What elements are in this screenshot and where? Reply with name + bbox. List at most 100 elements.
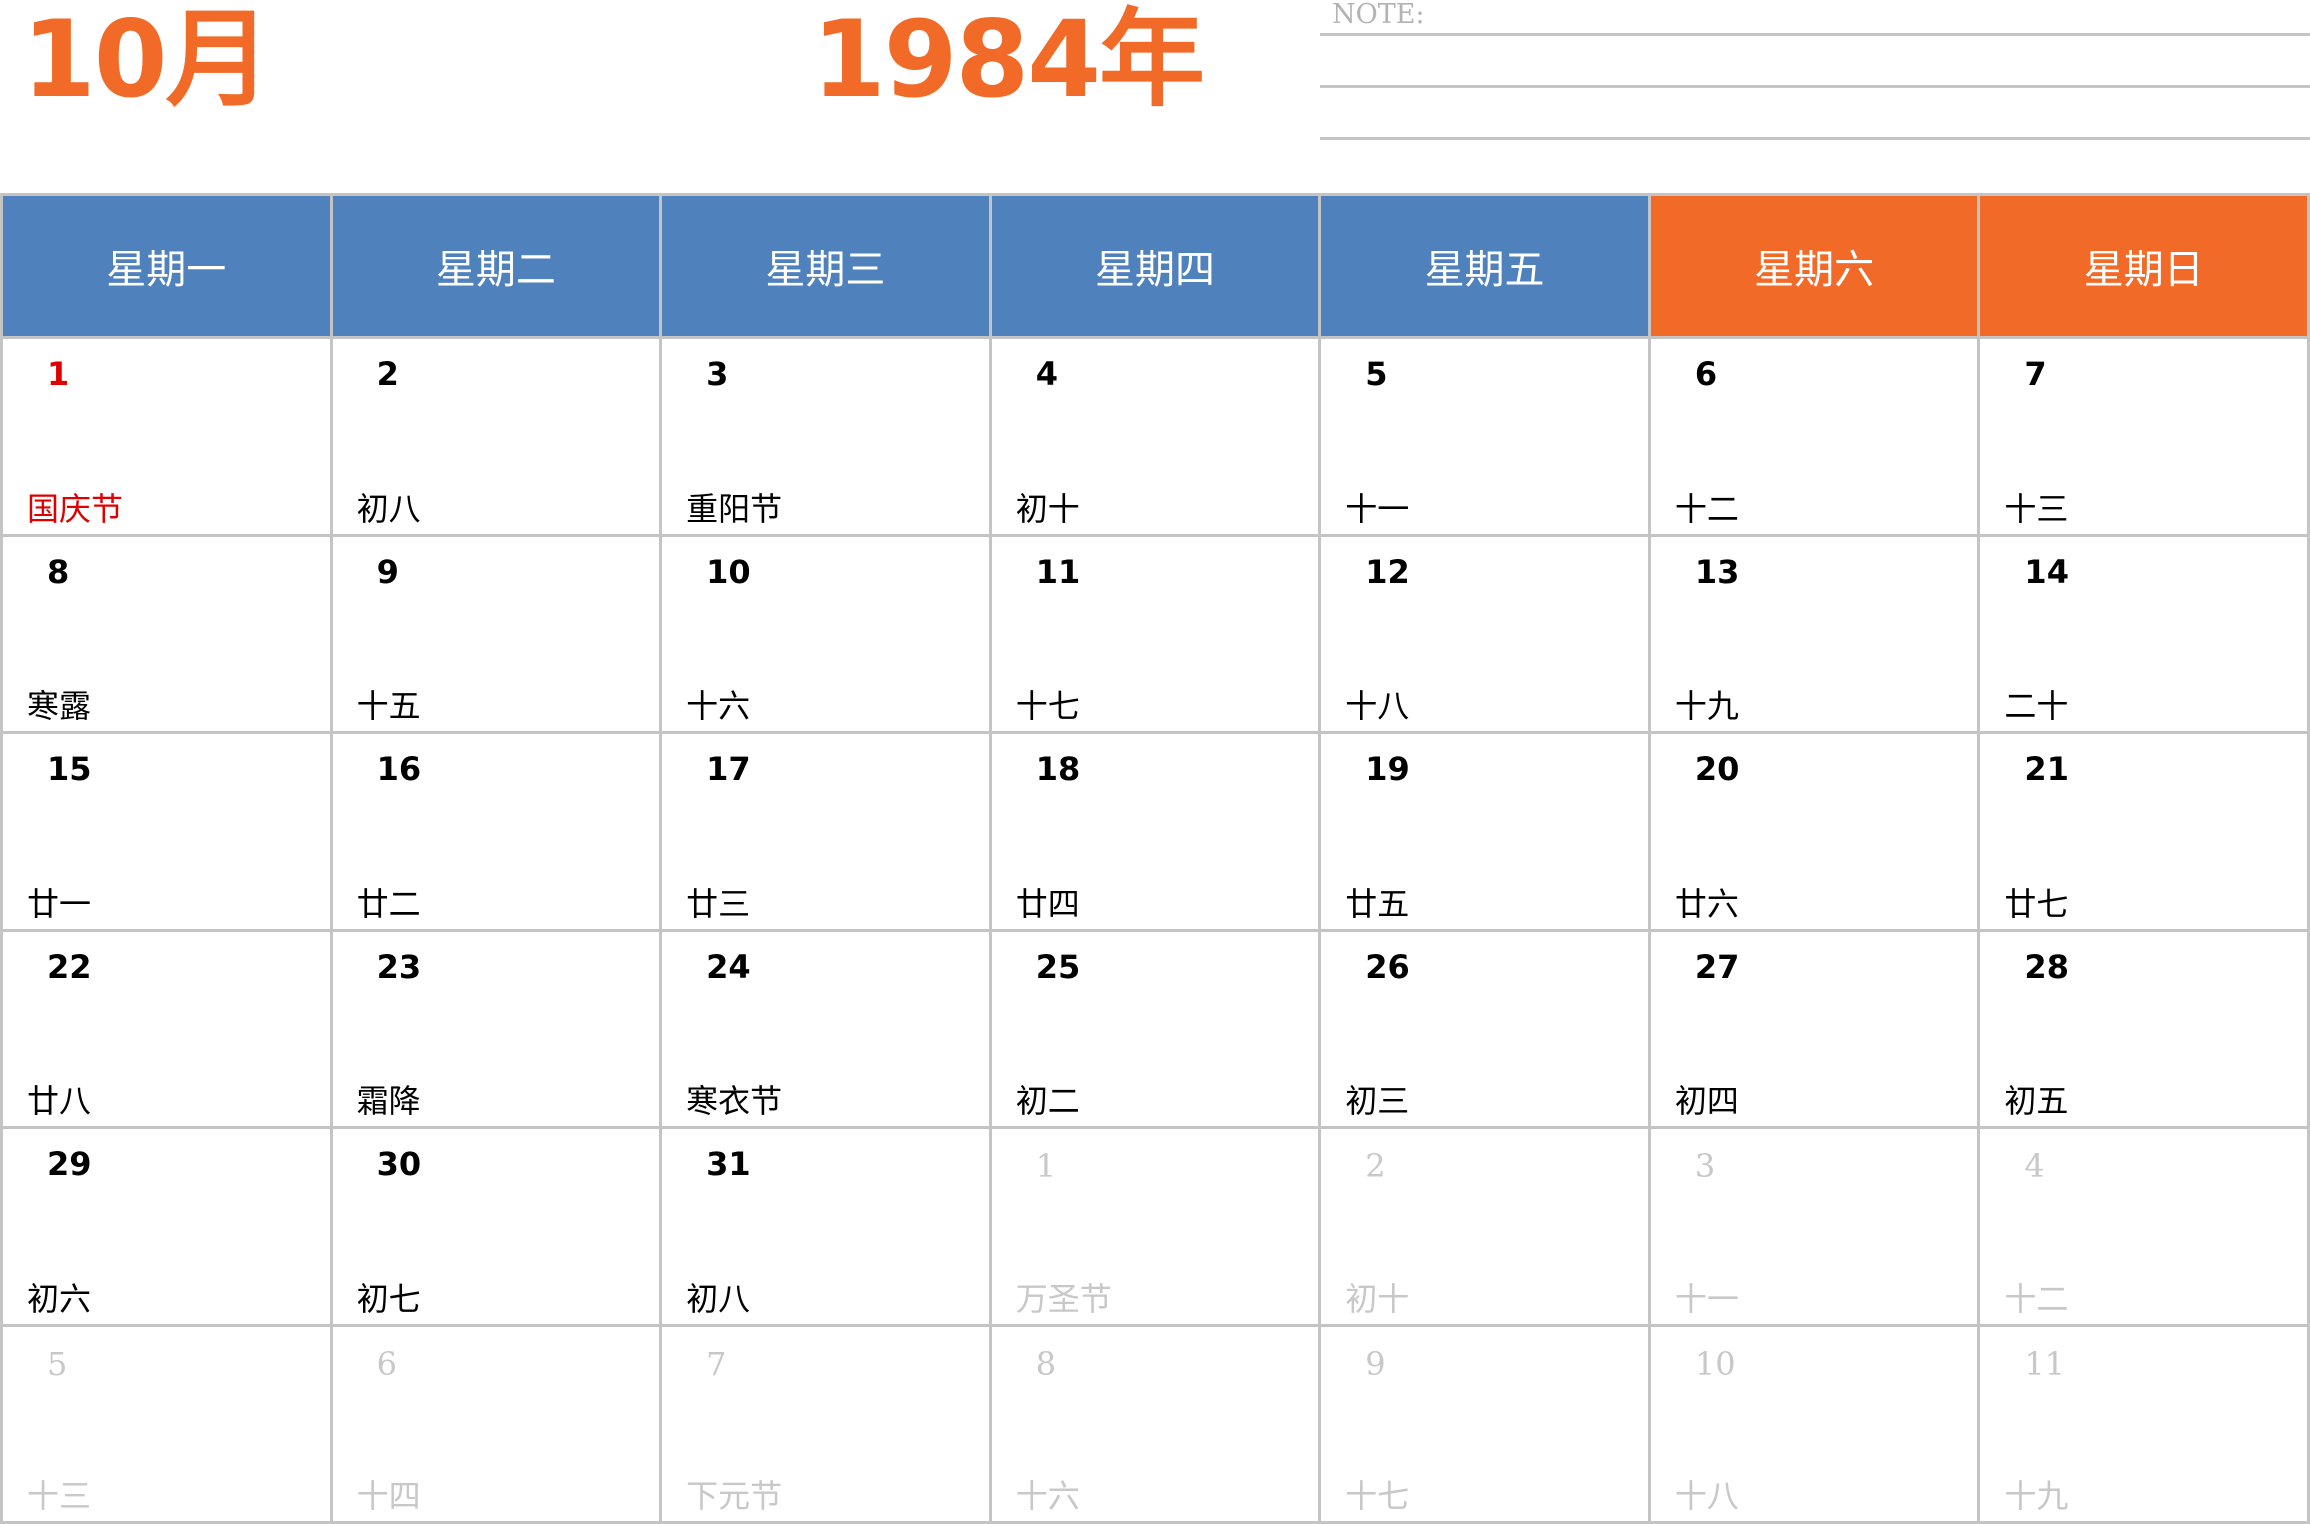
lunar-date: 初十 bbox=[1345, 1279, 1410, 1318]
calendar-day-cell[interactable]: 31 初八 bbox=[662, 1129, 989, 1324]
day-number: 14 bbox=[2024, 552, 2069, 591]
lunar-date: 下元节 bbox=[686, 1477, 783, 1515]
day-number: 4 bbox=[1035, 355, 1058, 393]
weekday-header-tue: 星期二 bbox=[332, 196, 660, 336]
calendar-day-cell[interactable]: 10 十六 bbox=[662, 536, 989, 731]
lunar-date: 万圣节 bbox=[1015, 1279, 1112, 1318]
calendar-day-cell[interactable]: 9 十五 bbox=[332, 536, 660, 731]
calendar-day-cell[interactable]: 29 初六 bbox=[3, 1129, 330, 1324]
calendar-day-cell[interactable]: 27 初四 bbox=[1650, 931, 1978, 1126]
calendar-day-cell[interactable]: 18 廿四 bbox=[991, 734, 1319, 929]
lunar-date: 十二 bbox=[1674, 489, 1739, 528]
lunar-date: 廿二 bbox=[356, 884, 421, 923]
note-area: NOTE: bbox=[1320, 0, 2310, 145]
day-number: 23 bbox=[376, 947, 422, 986]
lunar-date: 廿一 bbox=[27, 884, 92, 923]
calendar-day-cell-other-month[interactable]: 10 十八 bbox=[1650, 1326, 1978, 1521]
calendar-day-cell-other-month[interactable]: 6 十四 bbox=[332, 1326, 660, 1521]
day-number: 1 bbox=[47, 355, 70, 393]
lunar-date: 廿四 bbox=[1015, 884, 1080, 923]
calendar-day-cell[interactable]: 16 廿二 bbox=[332, 734, 660, 929]
calendar-day-cell[interactable]: 20 廿六 bbox=[1650, 734, 1978, 929]
lunar-date: 十六 bbox=[1015, 1477, 1080, 1515]
calendar-day-cell[interactable]: 19 廿五 bbox=[1321, 734, 1648, 929]
calendar-day-cell-other-month[interactable]: 9 十七 bbox=[1321, 1326, 1648, 1521]
lunar-date: 初五 bbox=[2004, 1082, 2069, 1120]
calendar-day-cell-other-month[interactable]: 5 十三 bbox=[3, 1326, 330, 1521]
calendar-day-cell[interactable]: 7 十三 bbox=[1980, 339, 2307, 534]
lunar-date: 十九 bbox=[2004, 1477, 2069, 1515]
day-number: 3 bbox=[1694, 1147, 1716, 1185]
lunar-date: 重阳节 bbox=[686, 489, 783, 528]
calendar-day-cell[interactable]: 22 廿八 bbox=[3, 931, 330, 1126]
lunar-date: 十六 bbox=[686, 687, 751, 725]
calendar-day-cell[interactable]: 17 廿三 bbox=[662, 734, 989, 929]
calendar-day-cell[interactable]: 26 初三 bbox=[1321, 931, 1648, 1126]
calendar-day-cell-other-month[interactable]: 11 十九 bbox=[1980, 1326, 2307, 1521]
day-number: 18 bbox=[1035, 750, 1081, 788]
day-number: 10 bbox=[706, 552, 751, 591]
day-number: 9 bbox=[1365, 1344, 1386, 1383]
day-number: 6 bbox=[1694, 355, 1718, 393]
lunar-date: 十四 bbox=[356, 1477, 421, 1515]
day-number: 7 bbox=[706, 1344, 727, 1383]
day-number: 28 bbox=[2024, 947, 2069, 986]
note-line bbox=[1320, 33, 2310, 36]
calendar-day-cell[interactable]: 15 廿一 bbox=[3, 734, 330, 929]
calendar-day-cell[interactable]: 14 二十 bbox=[1980, 536, 2307, 731]
calendar-day-cell[interactable]: 28 初五 bbox=[1980, 931, 2307, 1126]
lunar-date: 寒露 bbox=[27, 687, 92, 725]
calendar-day-cell[interactable]: 5 十一 bbox=[1321, 339, 1648, 534]
day-number: 27 bbox=[1694, 947, 1740, 986]
day-number: 22 bbox=[47, 947, 92, 986]
calendar-day-cell-other-month[interactable]: 3 十一 bbox=[1650, 1129, 1978, 1324]
lunar-date: 十二 bbox=[2004, 1279, 2069, 1318]
day-number: 16 bbox=[376, 750, 422, 788]
calendar-day-cell[interactable]: 2 初八 bbox=[332, 339, 660, 534]
lunar-date: 廿五 bbox=[1345, 884, 1410, 923]
calendar-day-cell[interactable]: 11 十七 bbox=[991, 536, 1319, 731]
calendar-day-cell[interactable]: 1 国庆节 bbox=[3, 339, 330, 534]
lunar-date: 廿六 bbox=[1674, 884, 1739, 923]
calendar-day-cell-other-month[interactable]: 8 十六 bbox=[991, 1326, 1319, 1521]
lunar-date: 霜降 bbox=[356, 1082, 421, 1120]
calendar-day-cell[interactable]: 21 廿七 bbox=[1980, 734, 2307, 929]
calendar-day-cell[interactable]: 3 重阳节 bbox=[662, 339, 989, 534]
calendar-day-cell[interactable]: 8 寒露 bbox=[3, 536, 330, 731]
day-number: 12 bbox=[1365, 552, 1410, 591]
day-number: 15 bbox=[47, 750, 92, 788]
day-number: 4 bbox=[2024, 1147, 2045, 1185]
day-number: 24 bbox=[706, 947, 751, 986]
lunar-date: 十三 bbox=[2004, 489, 2069, 528]
calendar-day-cell-other-month[interactable]: 2 初十 bbox=[1321, 1129, 1648, 1324]
lunar-date: 十七 bbox=[1345, 1477, 1410, 1515]
weekday-header-thu: 星期四 bbox=[991, 196, 1319, 336]
note-line bbox=[1320, 137, 2310, 140]
day-number: 7 bbox=[2024, 355, 2047, 393]
lunar-date: 十八 bbox=[1674, 1477, 1739, 1515]
calendar-day-cell[interactable]: 25 初二 bbox=[991, 931, 1319, 1126]
lunar-date: 十七 bbox=[1015, 687, 1080, 725]
calendar-day-cell[interactable]: 13 十九 bbox=[1650, 536, 1978, 731]
day-number: 21 bbox=[2024, 750, 2069, 788]
day-number: 2 bbox=[1365, 1147, 1386, 1185]
calendar-day-cell[interactable]: 30 初七 bbox=[332, 1129, 660, 1324]
year-title: 1984年 bbox=[812, 0, 1205, 121]
lunar-date: 廿七 bbox=[2004, 884, 2069, 923]
weekday-header-wed: 星期三 bbox=[662, 196, 989, 336]
calendar-day-cell[interactable]: 23 霜降 bbox=[332, 931, 660, 1126]
day-number: 20 bbox=[1694, 750, 1740, 788]
calendar-day-cell-other-month[interactable]: 4 十二 bbox=[1980, 1129, 2307, 1324]
calendar-day-cell-other-month[interactable]: 1 万圣节 bbox=[991, 1129, 1319, 1324]
lunar-date: 初三 bbox=[1345, 1082, 1410, 1120]
day-number: 25 bbox=[1035, 947, 1081, 986]
lunar-date: 十一 bbox=[1345, 489, 1410, 528]
lunar-date: 十五 bbox=[356, 687, 421, 725]
day-number: 9 bbox=[376, 552, 399, 591]
calendar-day-cell[interactable]: 12 十八 bbox=[1321, 536, 1648, 731]
calendar-day-cell-other-month[interactable]: 7 下元节 bbox=[662, 1326, 989, 1521]
calendar-day-cell[interactable]: 4 初十 bbox=[991, 339, 1319, 534]
lunar-date: 二十 bbox=[2004, 687, 2069, 725]
calendar-day-cell[interactable]: 24 寒衣节 bbox=[662, 931, 989, 1126]
calendar-day-cell[interactable]: 6 十二 bbox=[1650, 339, 1978, 534]
